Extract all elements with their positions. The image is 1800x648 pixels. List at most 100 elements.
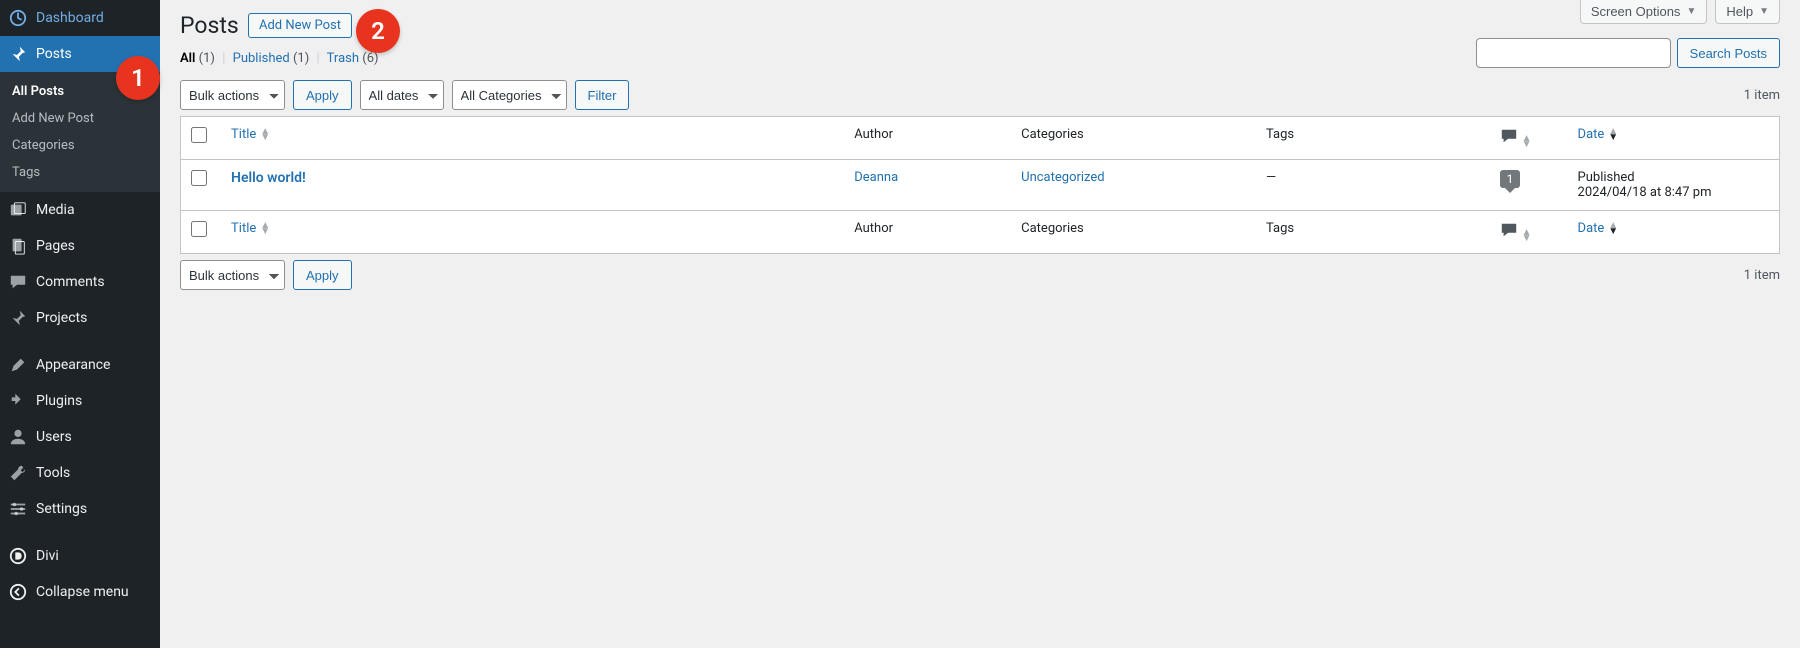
screen-options-button[interactable]: Screen Options ▼ (1580, 0, 1708, 24)
plugins-icon (8, 391, 28, 411)
col-categories: Categories (1011, 117, 1256, 160)
select-all-bottom[interactable] (191, 221, 207, 237)
tablenav-bottom: Bulk actions Apply 1 item (180, 254, 1780, 296)
menu-projects[interactable]: Projects (0, 300, 160, 336)
col-title-foot[interactable]: Title▲▼ (221, 210, 844, 253)
col-tags-foot: Tags (1256, 210, 1490, 253)
menu-plugins-label: Plugins (36, 393, 82, 409)
dates-filter-select[interactable]: All dates (360, 80, 444, 110)
post-category-link[interactable]: Uncategorized (1021, 170, 1104, 185)
filter-all[interactable]: All (180, 51, 195, 66)
media-icon (8, 200, 28, 220)
menu-media[interactable]: Media (0, 192, 160, 228)
menu-collapse[interactable]: Collapse menu (0, 574, 160, 610)
comment-icon (1500, 221, 1518, 239)
comments-icon (8, 272, 28, 292)
main-content: Screen Options ▼ Help ▼ Posts Add New Po… (160, 0, 1800, 648)
menu-divi-label: Divi (36, 548, 59, 564)
tablenav-top: Bulk actions Apply All dates All Categor… (180, 74, 1780, 116)
menu-pages-label: Pages (36, 238, 75, 254)
caret-down-icon: ▼ (1759, 6, 1769, 17)
col-comments-foot[interactable]: ▲▼ (1490, 210, 1568, 253)
search-input[interactable] (1476, 38, 1671, 68)
dashboard-icon (8, 8, 28, 28)
menu-tools-label: Tools (36, 465, 70, 481)
post-tags: — (1256, 160, 1490, 210)
col-comments[interactable]: ▲▼ (1490, 117, 1568, 160)
menu-dashboard[interactable]: Dashboard (0, 0, 160, 36)
search-posts-button[interactable]: Search Posts (1677, 38, 1780, 68)
menu-appearance[interactable]: Appearance (0, 347, 160, 383)
menu-divi[interactable]: Divi (0, 538, 160, 574)
select-all-top[interactable] (191, 127, 207, 143)
menu-users-label: Users (36, 429, 72, 445)
pin-icon (8, 44, 28, 64)
table-row: Hello world! Deanna Uncategorized — 1 Pu… (181, 160, 1779, 210)
select-row-checkbox[interactable] (191, 170, 207, 186)
bulk-actions-select-bottom[interactable]: Bulk actions (180, 260, 285, 290)
posts-table: Title▲▼ Author Categories Tags ▲▼ Date▲▼… (180, 116, 1780, 254)
add-new-post-button[interactable]: Add New Post (248, 13, 352, 38)
page-title: Posts (180, 0, 239, 43)
menu-comments-label: Comments (36, 274, 105, 290)
col-author: Author (844, 117, 1011, 160)
filter-trash-count: (6) (362, 51, 378, 66)
menu-plugins[interactable]: Plugins (0, 383, 160, 419)
help-button[interactable]: Help ▼ (1715, 0, 1780, 24)
screen-options-label: Screen Options (1591, 4, 1681, 19)
pages-icon (8, 236, 28, 256)
item-count-bottom: 1 item (1744, 268, 1780, 283)
categories-filter-select[interactable]: All Categories (452, 80, 567, 110)
post-author-link[interactable]: Deanna (854, 170, 898, 185)
sort-icon: ▲▼ (260, 223, 270, 235)
post-date: Published 2024/04/18 at 8:47 pm (1568, 160, 1779, 210)
menu-collapse-label: Collapse menu (36, 584, 129, 600)
callout-1: 1 (116, 56, 160, 100)
sort-icon: ▲▼ (1608, 223, 1618, 235)
caret-down-icon: ▼ (1686, 6, 1696, 17)
sort-icon: ▲▼ (1522, 230, 1532, 242)
menu-projects-label: Projects (36, 310, 87, 326)
comment-icon (1500, 127, 1518, 145)
menu-settings[interactable]: Settings (0, 491, 160, 527)
menu-comments[interactable]: Comments (0, 264, 160, 300)
col-categories-foot: Categories (1011, 210, 1256, 253)
submenu-add-new[interactable]: Add New Post (0, 105, 160, 132)
filter-trash[interactable]: Trash (327, 51, 359, 66)
apply-button-bottom[interactable]: Apply (293, 260, 352, 290)
users-icon (8, 427, 28, 447)
menu-media-label: Media (36, 202, 75, 218)
menu-appearance-label: Appearance (36, 357, 110, 373)
menu-pages[interactable]: Pages (0, 228, 160, 264)
filter-all-count: (1) (199, 51, 215, 66)
item-count-top: 1 item (1744, 88, 1780, 103)
screen-meta-links: Screen Options ▼ Help ▼ (1560, 0, 1800, 24)
filter-published[interactable]: Published (233, 51, 290, 66)
sort-icon: ▲▼ (1522, 136, 1532, 148)
divi-icon (8, 546, 28, 566)
sort-icon: ▲▼ (260, 129, 270, 141)
search-box: Search Posts (1476, 38, 1780, 68)
submenu-categories[interactable]: Categories (0, 132, 160, 159)
filter-button[interactable]: Filter (575, 80, 630, 110)
menu-dashboard-label: Dashboard (36, 10, 104, 26)
col-date-foot[interactable]: Date▲▼ (1568, 210, 1779, 253)
filter-published-count: (1) (293, 51, 309, 66)
help-label: Help (1726, 4, 1753, 19)
col-date[interactable]: Date▲▼ (1568, 117, 1779, 160)
comment-count-bubble[interactable]: 1 (1500, 170, 1521, 188)
apply-button-top[interactable]: Apply (293, 80, 352, 110)
sort-icon: ▲▼ (1608, 129, 1618, 141)
menu-posts-label: Posts (36, 46, 72, 62)
tools-icon (8, 463, 28, 483)
submenu-tags[interactable]: Tags (0, 159, 160, 186)
menu-settings-label: Settings (36, 501, 87, 517)
appearance-icon (8, 355, 28, 375)
col-author-foot: Author (844, 210, 1011, 253)
col-tags: Tags (1256, 117, 1490, 160)
bulk-actions-select-top[interactable]: Bulk actions (180, 80, 285, 110)
menu-users[interactable]: Users (0, 419, 160, 455)
menu-tools[interactable]: Tools (0, 455, 160, 491)
col-title[interactable]: Title▲▼ (221, 117, 844, 160)
post-title-link[interactable]: Hello world! (231, 170, 306, 186)
